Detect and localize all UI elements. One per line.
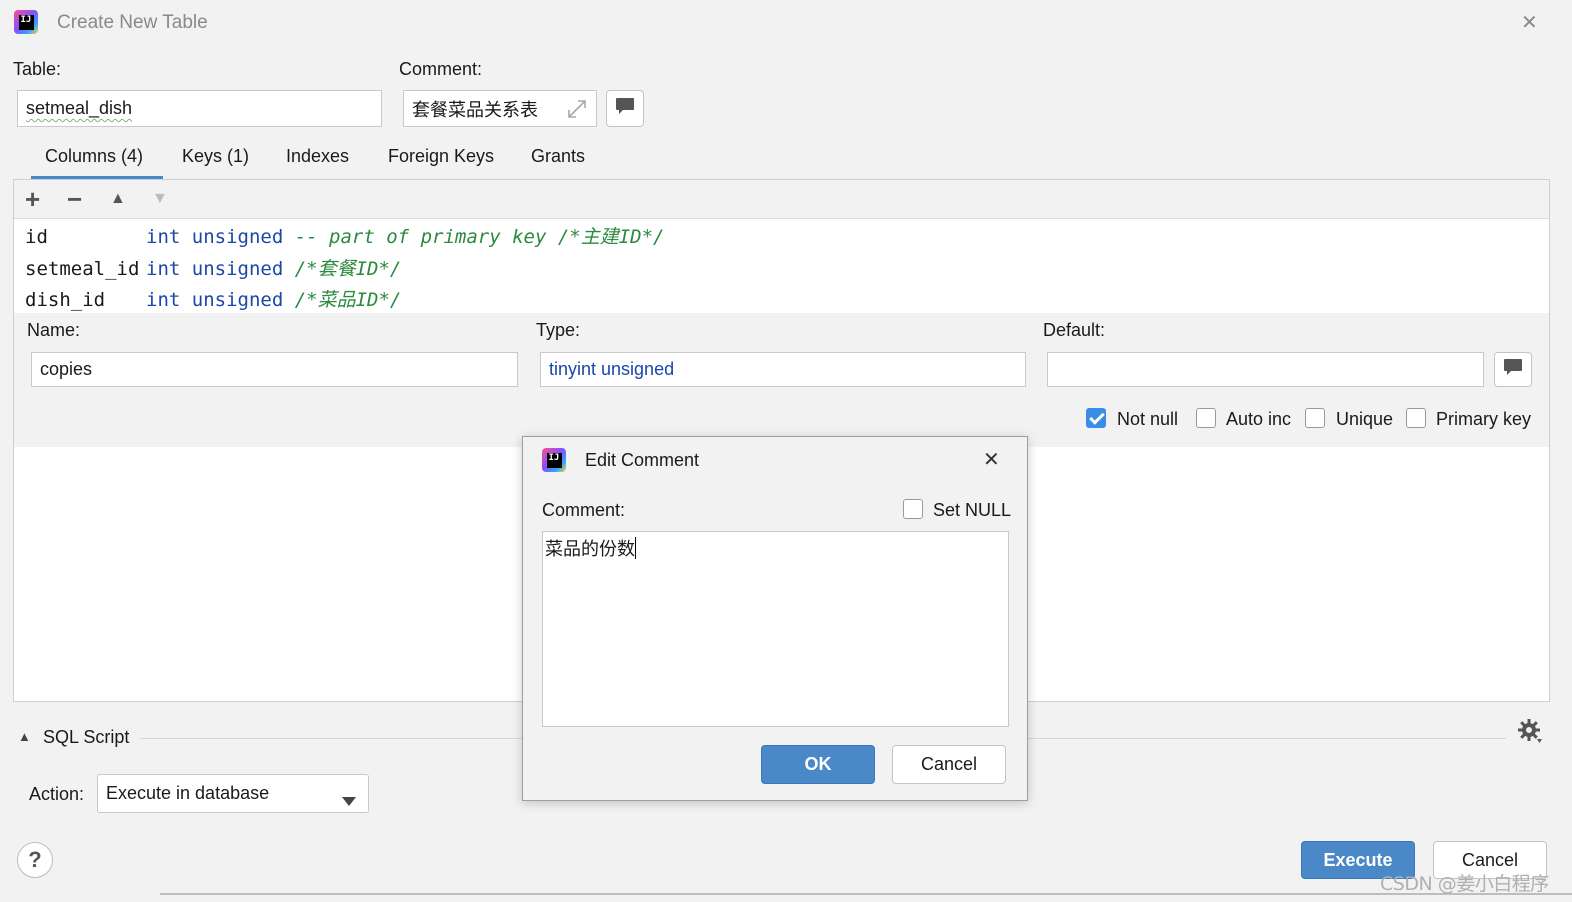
dialog-cancel-button[interactable]: Cancel	[892, 745, 1006, 784]
primary-key-checkbox[interactable]	[1406, 408, 1426, 428]
help-button[interactable]: ?	[17, 842, 53, 878]
tab-indexes[interactable]: Indexes	[286, 146, 349, 178]
text-caret	[635, 537, 636, 559]
auto-inc-checkbox[interactable]	[1196, 408, 1216, 428]
tab-grants[interactable]: Grants	[531, 146, 585, 178]
dialog-close-icon[interactable]: ✕	[983, 447, 1000, 472]
column-comment: /*菜品ID*/	[294, 289, 402, 311]
name-label: Name:	[27, 320, 81, 340]
action-label: Action:	[29, 784, 85, 804]
move-down-icon[interactable]: ▼	[152, 190, 168, 208]
column-name: setmeal_id	[25, 258, 140, 280]
column-type-value: tinyint unsigned	[549, 359, 675, 379]
set-null-checkbox[interactable]	[903, 499, 923, 519]
unique-label: Unique	[1336, 409, 1394, 429]
action-select[interactable]: Execute in database	[97, 774, 369, 813]
action-select-value: Execute in database	[106, 783, 270, 803]
not-null-label: Not null	[1117, 409, 1179, 429]
bottom-divider	[160, 893, 1572, 895]
comment-text: 菜品的份数	[545, 539, 635, 560]
column-type: int unsigned	[146, 226, 284, 248]
watermark: CSDN @姜小白程序	[1380, 873, 1549, 895]
primary-key-label: Primary key	[1436, 409, 1532, 429]
app-logo: IJ	[14, 10, 38, 34]
add-column-icon[interactable]: +	[25, 184, 40, 215]
comment-editor-button[interactable]	[606, 90, 644, 127]
dialog-comment-label: Comment:	[542, 500, 626, 520]
unique-checkbox[interactable]	[1305, 408, 1325, 428]
column-name-input[interactable]: copies	[31, 352, 518, 387]
set-null-label: Set NULL	[933, 500, 1012, 520]
ok-button[interactable]: OK	[761, 745, 875, 784]
comment-textarea[interactable]: 菜品的份数	[542, 531, 1009, 727]
tab-foreign-keys[interactable]: Foreign Keys	[388, 146, 494, 178]
table-comment-value: 套餐菜品关系表	[412, 99, 538, 121]
column-type: int unsigned	[146, 258, 284, 280]
column-type-input[interactable]: tinyint unsigned	[540, 352, 1026, 387]
column-comment: -- part of primary key /*主建ID*/	[294, 226, 665, 248]
comment-label: Comment:	[399, 59, 483, 79]
sql-script-label[interactable]: SQL Script	[43, 727, 129, 748]
move-up-icon[interactable]: ▲	[110, 190, 126, 208]
not-null-checkbox[interactable]	[1086, 408, 1106, 428]
column-row[interactable]: setmeal_id int unsigned /*套餐ID*/	[25, 254, 401, 281]
window-title: Create New Table	[57, 12, 208, 33]
speech-bubble-icon	[615, 97, 635, 120]
dialog-logo: IJ	[542, 448, 566, 472]
table-label: Table:	[13, 59, 62, 79]
speech-bubble-icon	[1503, 358, 1523, 381]
edit-comment-dialog: IJ Edit Comment ✕ Comment: Set NULL 菜品的份…	[522, 436, 1028, 801]
gear-icon[interactable]	[1517, 718, 1543, 749]
remove-column-icon[interactable]: −	[67, 184, 82, 215]
column-type: int unsigned	[146, 289, 284, 311]
column-row[interactable]: dish_id int unsigned /*菜品ID*/	[25, 285, 401, 312]
collapse-triangle-icon[interactable]: ▲	[18, 729, 31, 744]
column-name: id	[25, 226, 48, 248]
dialog-title: Edit Comment	[585, 450, 700, 470]
table-name-value: setmeal_dish	[26, 98, 133, 118]
default-comment-button[interactable]	[1494, 352, 1532, 387]
column-name-value: copies	[40, 359, 93, 379]
chevron-down-icon	[342, 790, 356, 811]
type-label: Type:	[536, 320, 581, 340]
tab-columns[interactable]: Columns (4)	[30, 146, 164, 180]
column-row[interactable]: id int unsigned -- part of primary key /*…	[25, 222, 664, 249]
table-comment-input[interactable]: 套餐菜品关系表	[403, 90, 597, 127]
column-default-input[interactable]	[1047, 352, 1484, 387]
close-icon[interactable]: ✕	[1521, 10, 1538, 35]
columns-toolbar	[14, 180, 1549, 219]
expand-icon[interactable]	[566, 98, 588, 125]
column-comment: /*套餐ID*/	[294, 258, 402, 280]
column-name: dish_id	[25, 289, 106, 311]
tab-keys[interactable]: Keys (1)	[182, 146, 249, 178]
auto-inc-label: Auto inc	[1226, 409, 1292, 429]
default-label: Default:	[1043, 320, 1106, 340]
table-name-input[interactable]: setmeal_dish	[17, 90, 382, 127]
